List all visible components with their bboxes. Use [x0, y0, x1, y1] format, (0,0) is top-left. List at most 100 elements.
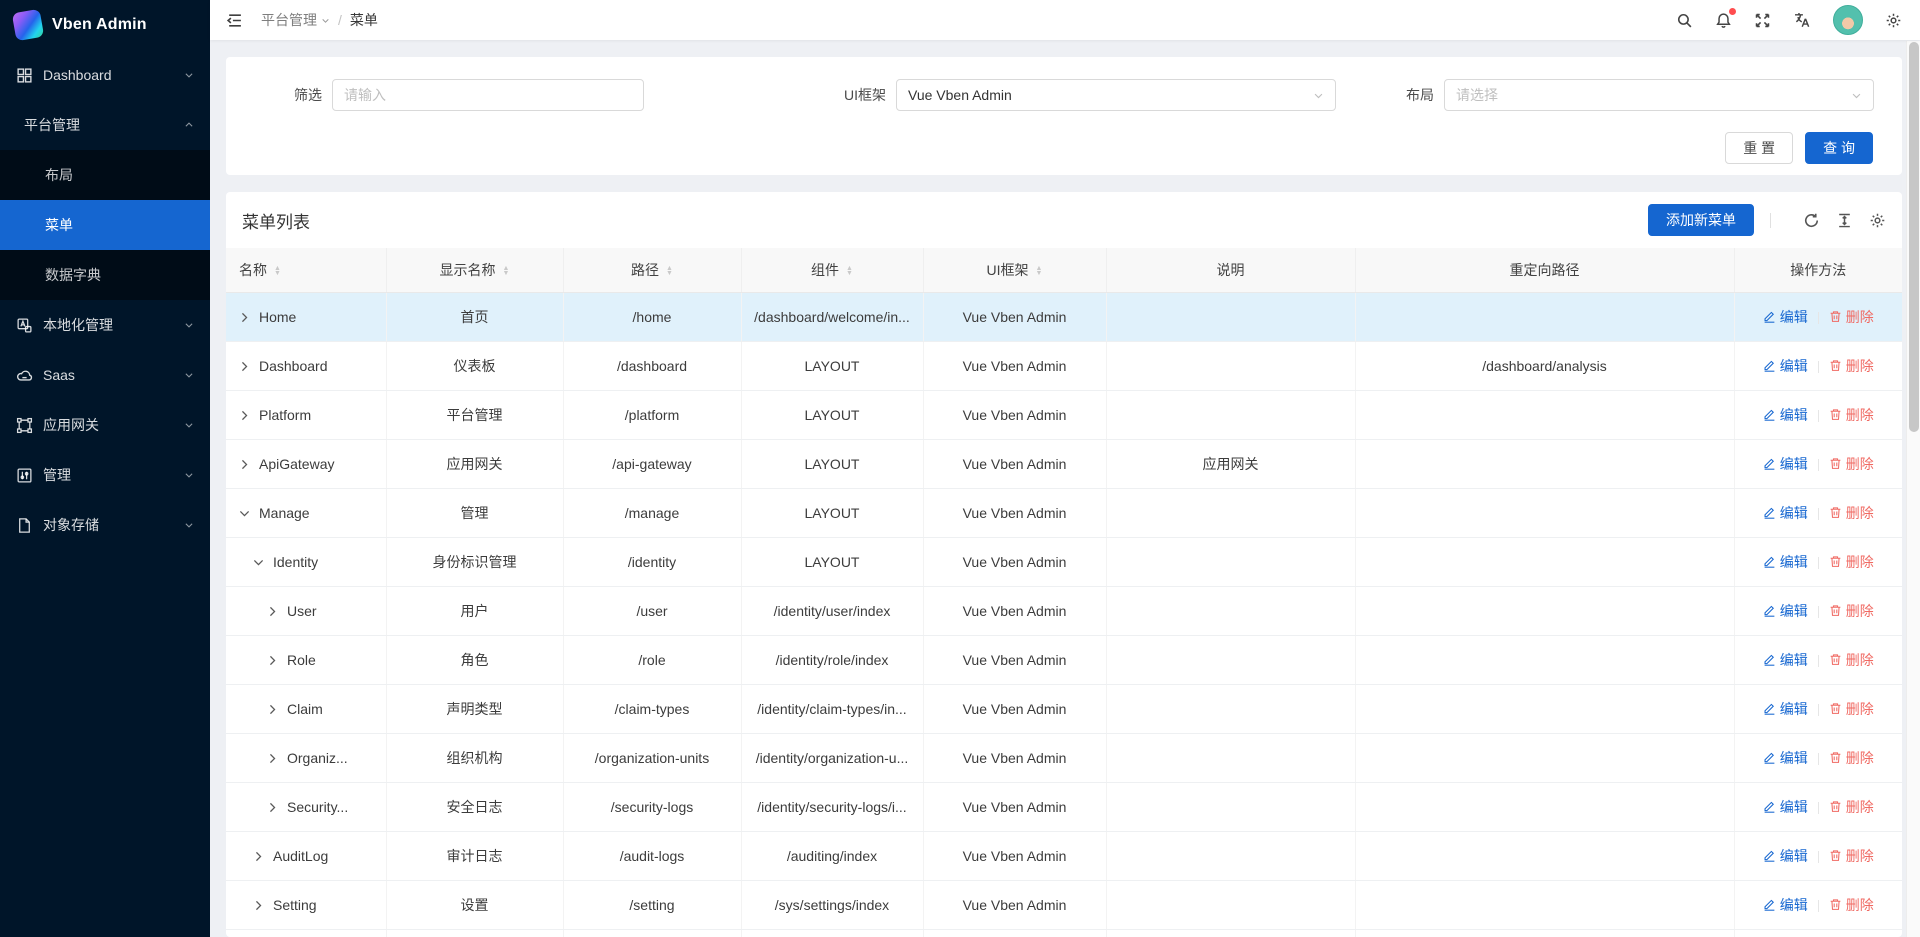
- table-row[interactable]: Claim声明类型/claim-types/identity/claim-typ…: [226, 684, 1902, 733]
- table-row[interactable]: Security...安全日志/security-logs/identity/s…: [226, 782, 1902, 831]
- expand-row-icon[interactable]: [267, 704, 278, 715]
- action-divider: [1818, 312, 1819, 324]
- table-row[interactable]: User用户/user/identity/user/indexVue Vben …: [226, 586, 1902, 635]
- sidebar-item-localization[interactable]: 本地化管理: [0, 300, 210, 350]
- table-row[interactable]: ApiGateway应用网关/api-gatewayLAYOUTVue Vben…: [226, 439, 1902, 488]
- layout-select[interactable]: 请选择: [1444, 79, 1874, 111]
- delete-button[interactable]: 删除: [1829, 405, 1874, 425]
- edit-button[interactable]: 编辑: [1763, 846, 1808, 866]
- add-menu-button[interactable]: 添加新菜单: [1648, 204, 1754, 236]
- cell-ui-framework: Vue Vben Admin: [923, 341, 1106, 390]
- expand-row-icon[interactable]: [267, 802, 278, 813]
- expand-row-icon[interactable]: [267, 655, 278, 666]
- refresh-icon[interactable]: [1803, 212, 1820, 229]
- table-row[interactable]: Platform平台管理/platformLAYOUTVue Vben Admi…: [226, 390, 1902, 439]
- settings-gear-icon[interactable]: [1885, 12, 1902, 29]
- scrollbar-thumb[interactable]: [1909, 42, 1919, 432]
- delete-button[interactable]: 删除: [1829, 895, 1874, 915]
- table-row[interactable]: Setting设置/setting/sys/settings/indexVue …: [226, 880, 1902, 929]
- sort-icon[interactable]: ▲▼: [503, 266, 510, 276]
- sidebar-fold-icon[interactable]: [226, 12, 243, 29]
- delete-button[interactable]: 删除: [1829, 552, 1874, 572]
- table-row[interactable]: Home首页/home/dashboard/welcome/in...Vue V…: [226, 292, 1902, 341]
- expand-row-icon[interactable]: [239, 312, 250, 323]
- expand-row-icon[interactable]: [239, 361, 250, 372]
- collapse-row-icon[interactable]: [253, 557, 264, 568]
- table-row[interactable]: AuditLog审计日志/audit-logs/auditing/indexVu…: [226, 831, 1902, 880]
- sort-icon[interactable]: ▲▼: [846, 266, 853, 276]
- sidebar-item-layout[interactable]: 布局: [0, 150, 210, 200]
- table-row[interactable]: Manage管理/manageLAYOUTVue Vben Admin编辑删除: [226, 488, 1902, 537]
- query-button[interactable]: 查 询: [1805, 132, 1873, 164]
- table-row[interactable]: Dashboard仪表板/dashboardLAYOUTVue Vben Adm…: [226, 341, 1902, 390]
- sidebar-item-manage[interactable]: 管理: [0, 450, 210, 500]
- expand-row-icon[interactable]: [239, 410, 250, 421]
- sidebar-item-dashboard[interactable]: Dashboard: [0, 50, 210, 100]
- page-scrollbar[interactable]: [1906, 41, 1920, 937]
- table-row[interactable]: Identity身份标识管理/identityLAYOUTVue Vben Ad…: [226, 537, 1902, 586]
- column-height-icon[interactable]: [1836, 212, 1853, 229]
- keyword-input[interactable]: [344, 87, 632, 103]
- column-header-name[interactable]: 名称▲▼: [226, 248, 386, 292]
- sidebar-item-data-dictionary[interactable]: 数据字典: [0, 250, 210, 300]
- search-icon[interactable]: [1676, 12, 1693, 29]
- delete-button[interactable]: 删除: [1829, 454, 1874, 474]
- edit-button[interactable]: 编辑: [1763, 503, 1808, 523]
- edit-button[interactable]: 编辑: [1763, 699, 1808, 719]
- sidebar-group-platform[interactable]: 平台管理: [0, 100, 210, 150]
- edit-button[interactable]: 编辑: [1763, 748, 1808, 768]
- sidebar-item-gateway[interactable]: 应用网关: [0, 400, 210, 450]
- expand-row-icon[interactable]: [253, 900, 264, 911]
- sort-icon[interactable]: ▲▼: [274, 266, 281, 276]
- translate-icon[interactable]: [1793, 11, 1811, 29]
- fullscreen-icon[interactable]: [1754, 12, 1771, 29]
- delete-button[interactable]: 删除: [1829, 699, 1874, 719]
- sidebar-item-saas[interactable]: Saas: [0, 350, 210, 400]
- logo[interactable]: Vben Admin: [0, 0, 210, 50]
- delete-button[interactable]: 删除: [1829, 601, 1874, 621]
- delete-button[interactable]: 删除: [1829, 356, 1874, 376]
- edit-button[interactable]: 编辑: [1763, 552, 1808, 572]
- expand-row-icon[interactable]: [267, 753, 278, 764]
- expand-row-icon[interactable]: [253, 851, 264, 862]
- table-row[interactable]: Organiz...组织机构/organization-units/identi…: [226, 733, 1902, 782]
- table-row[interactable]: [226, 929, 1902, 937]
- delete-button[interactable]: 删除: [1829, 503, 1874, 523]
- reset-button[interactable]: 重 置: [1725, 132, 1793, 164]
- column-header-ui-framework[interactable]: UI框架▲▼: [923, 248, 1106, 292]
- sidebar-item-menu[interactable]: 菜单: [0, 200, 210, 250]
- cell-display-name: 设置: [386, 880, 563, 929]
- ui-framework-select[interactable]: Vue Vben Admin: [896, 79, 1336, 111]
- edit-button[interactable]: 编辑: [1763, 895, 1808, 915]
- collapse-row-icon[interactable]: [239, 508, 250, 519]
- delete-button[interactable]: 删除: [1829, 797, 1874, 817]
- filter-form: 筛选 UI框架 Vue Vben Admin: [250, 79, 1878, 111]
- delete-button[interactable]: 删除: [1829, 846, 1874, 866]
- delete-button[interactable]: 删除: [1829, 748, 1874, 768]
- table-row[interactable]: Role角色/role/identity/role/indexVue Vben …: [226, 635, 1902, 684]
- avatar[interactable]: [1833, 5, 1863, 35]
- edit-button[interactable]: 编辑: [1763, 454, 1808, 474]
- edit-button[interactable]: 编辑: [1763, 307, 1808, 327]
- delete-button[interactable]: 删除: [1829, 307, 1874, 327]
- delete-button[interactable]: 删除: [1829, 650, 1874, 670]
- sort-icon[interactable]: ▲▼: [1036, 266, 1043, 276]
- column-header-display-name[interactable]: 显示名称▲▼: [386, 248, 563, 292]
- edit-button[interactable]: 编辑: [1763, 356, 1808, 376]
- breadcrumb-parent[interactable]: 平台管理: [261, 10, 330, 30]
- notification-bell-icon[interactable]: [1715, 12, 1732, 29]
- edit-button[interactable]: 编辑: [1763, 650, 1808, 670]
- table-head: 名称▲▼ 显示名称▲▼ 路径▲▼ 组件▲▼ UI框架▲▼ 说明 重定向路径 操作…: [226, 248, 1902, 292]
- column-header-component[interactable]: 组件▲▼: [741, 248, 923, 292]
- edit-button[interactable]: 编辑: [1763, 601, 1808, 621]
- expand-row-icon[interactable]: [239, 459, 250, 470]
- expand-row-icon[interactable]: [267, 606, 278, 617]
- column-header-path[interactable]: 路径▲▼: [563, 248, 741, 292]
- sort-icon[interactable]: ▲▼: [666, 266, 673, 276]
- table-settings-icon[interactable]: [1869, 212, 1886, 229]
- edit-button[interactable]: 编辑: [1763, 797, 1808, 817]
- cell-path: /home: [563, 292, 741, 341]
- sidebar-item-object-storage[interactable]: 对象存储: [0, 500, 210, 550]
- edit-button[interactable]: 编辑: [1763, 405, 1808, 425]
- edit-label: 编辑: [1780, 797, 1808, 817]
